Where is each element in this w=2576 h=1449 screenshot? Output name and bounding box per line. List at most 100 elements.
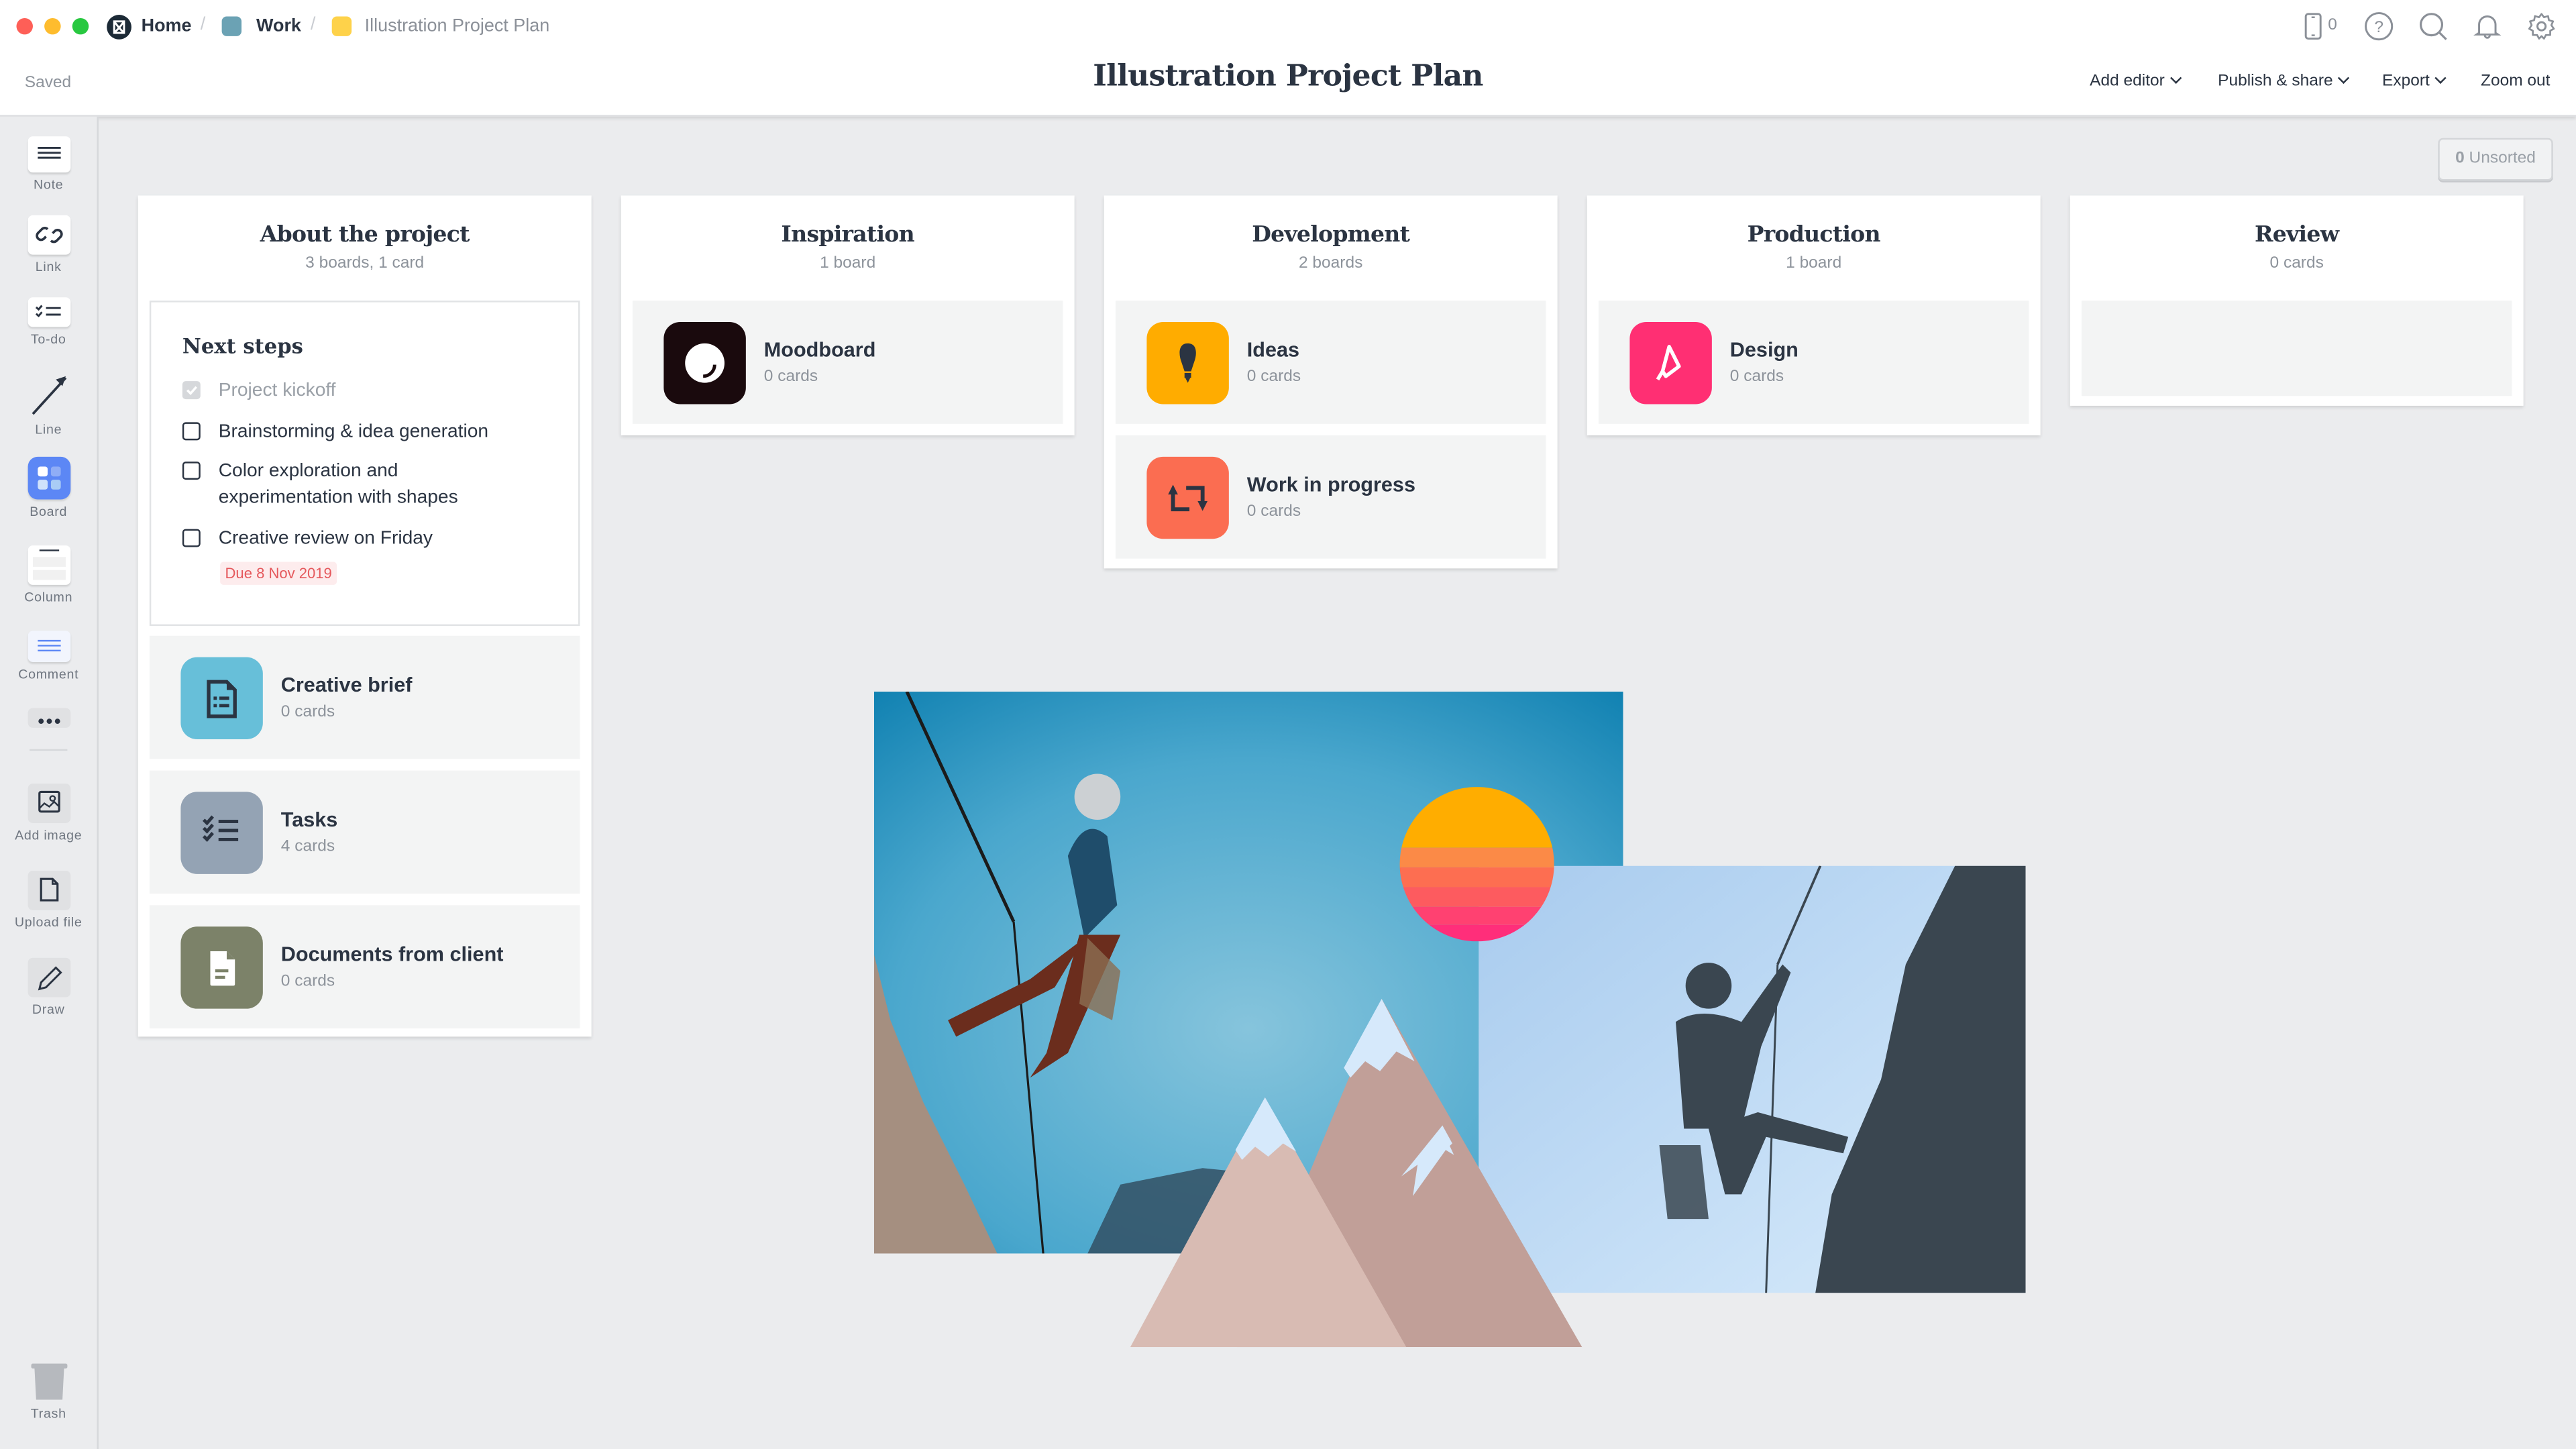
tool-draw[interactable]: Draw (0, 957, 97, 1017)
column-subtitle: 1 board (820, 254, 876, 273)
tool-board[interactable]: Board (0, 456, 97, 519)
checkbox-checked[interactable] (182, 381, 201, 400)
pen-nib-icon (1629, 322, 1712, 405)
tool-label: To-do (30, 331, 66, 347)
note-icon (27, 136, 70, 173)
mobile-device-icon[interactable] (2300, 11, 2330, 41)
device-count: 0 (2328, 16, 2337, 35)
todo-item-text: Color exploration and (218, 462, 398, 482)
tool-add-image[interactable]: Add image (0, 784, 97, 843)
column-title[interactable]: Production (1587, 222, 2041, 248)
board-name: Ideas (1246, 338, 1300, 362)
due-date-badge[interactable]: Due 8 Nov 2019 (220, 561, 337, 585)
window-maximize-button[interactable] (72, 17, 89, 35)
board-name: Design (1729, 338, 1799, 362)
line-arrow-icon (27, 371, 70, 417)
column-title[interactable]: Review (2070, 222, 2524, 248)
window-minimize-button[interactable] (44, 17, 61, 35)
board-card-count: 4 cards (280, 837, 335, 856)
window-close-button[interactable] (16, 17, 33, 35)
checklist-icon (180, 792, 263, 874)
tool-line[interactable]: Line (0, 371, 97, 437)
sidebar-divider (30, 749, 68, 751)
checkbox[interactable] (182, 422, 201, 441)
tool-todo[interactable]: To-do (0, 297, 97, 347)
checkbox[interactable] (182, 462, 201, 480)
column-inspiration[interactable]: Inspiration 1 board Moodboard 0 cards (621, 195, 1075, 435)
board-card-count: 0 cards (280, 703, 335, 722)
board-ideas[interactable]: Ideas 0 cards (1115, 301, 1546, 424)
board-name: Moodboard (763, 338, 876, 362)
board-design[interactable]: Design 0 cards (1598, 301, 2029, 424)
empty-drop-area[interactable] (2081, 301, 2512, 396)
todo-card[interactable]: Next steps Project kickoff Brainstorming… (149, 301, 580, 627)
zoom-out-button[interactable]: Zoom out (2481, 72, 2550, 91)
breadcrumb-work[interactable]: Work (256, 15, 301, 38)
sunset-sun-illustration[interactable] (1399, 787, 1554, 942)
tool-column[interactable]: Column (0, 545, 97, 604)
tool-more[interactable] (0, 708, 97, 728)
bell-icon[interactable] (2473, 11, 2502, 41)
board-name: Creative brief (280, 674, 413, 697)
board-card-count: 0 cards (280, 972, 335, 991)
board-moodboard[interactable]: Moodboard 0 cards (632, 301, 1063, 424)
tool-upload-file[interactable]: Upload file (0, 870, 97, 930)
tool-note[interactable]: Note (0, 136, 97, 193)
column-review[interactable]: Review 0 cards (2070, 195, 2524, 406)
tool-label: Link (35, 259, 62, 274)
column-subtitle: 2 boards (1299, 254, 1363, 273)
board-name: Documents from client (280, 943, 504, 967)
column-production[interactable]: Production 1 board Design 0 cards (1587, 195, 2041, 435)
column-subtitle: 0 cards (2269, 254, 2324, 273)
todo-item-text: Creative review on Friday (218, 529, 433, 549)
tool-comment[interactable]: Comment (0, 631, 97, 682)
chevron-down-icon (2169, 72, 2182, 84)
column-icon (27, 545, 70, 585)
add-editor-label: Add editor (2090, 72, 2165, 91)
tool-label: Comment (18, 667, 79, 682)
unsorted-button[interactable]: 0 Unsorted (2438, 138, 2553, 181)
tool-link[interactable]: Link (0, 215, 97, 274)
milanote-logo-icon[interactable] (107, 15, 131, 40)
breadcrumb-home[interactable]: Home (142, 15, 192, 38)
board-card-count: 0 cards (763, 368, 818, 386)
board-card-count: 0 cards (1246, 368, 1301, 386)
link-icon (27, 215, 70, 255)
gear-icon[interactable] (2527, 11, 2557, 41)
help-icon[interactable]: ? (2364, 11, 2394, 41)
board-tasks[interactable]: Tasks 4 cards (149, 770, 580, 894)
board-work-in-progress[interactable]: Work in progress 0 cards (1115, 435, 1546, 559)
todo-item-text: Project kickoff (218, 381, 336, 401)
breadcrumb-current[interactable]: Illustration Project Plan (365, 15, 550, 38)
comment-icon (27, 631, 70, 662)
tool-label: Column (24, 590, 73, 605)
board-name: Work in progress (1246, 473, 1416, 496)
column-about-the-project[interactable]: About the project 3 boards, 1 card Next … (138, 195, 592, 1037)
pencil-icon (27, 957, 70, 998)
trash-button[interactable]: Trash (0, 1362, 97, 1421)
checkbox[interactable] (182, 529, 201, 547)
board-creative-brief[interactable]: Creative brief 0 cards (149, 635, 580, 759)
board-card-count: 0 cards (1729, 368, 1784, 386)
tool-label: Note (34, 177, 64, 193)
project-board-icon (331, 16, 352, 36)
export-label: Export (2382, 72, 2430, 91)
publish-share-menu[interactable]: Publish & share (2218, 72, 2350, 91)
column-title[interactable]: About the project (138, 222, 592, 248)
column-title[interactable]: Inspiration (621, 222, 1075, 248)
document-list-icon (180, 657, 263, 740)
board-icon (27, 456, 70, 500)
board-documents-from-client[interactable]: Documents from client 0 cards (149, 905, 580, 1029)
column-development[interactable]: Development 2 boards Ideas 0 cards Work … (1104, 195, 1558, 569)
search-icon[interactable] (2418, 11, 2448, 41)
export-menu[interactable]: Export (2382, 72, 2447, 91)
work-board-icon (221, 16, 242, 36)
document-icon (180, 926, 263, 1009)
mountains-illustration[interactable] (1130, 998, 1582, 1348)
trash-icon (27, 1362, 70, 1401)
publish-share-label: Publish & share (2218, 72, 2333, 91)
more-icon (27, 708, 70, 728)
column-title[interactable]: Development (1104, 222, 1558, 248)
page-title[interactable]: Illustration Project Plan (0, 59, 2576, 93)
add-editor-menu[interactable]: Add editor (2090, 72, 2182, 91)
